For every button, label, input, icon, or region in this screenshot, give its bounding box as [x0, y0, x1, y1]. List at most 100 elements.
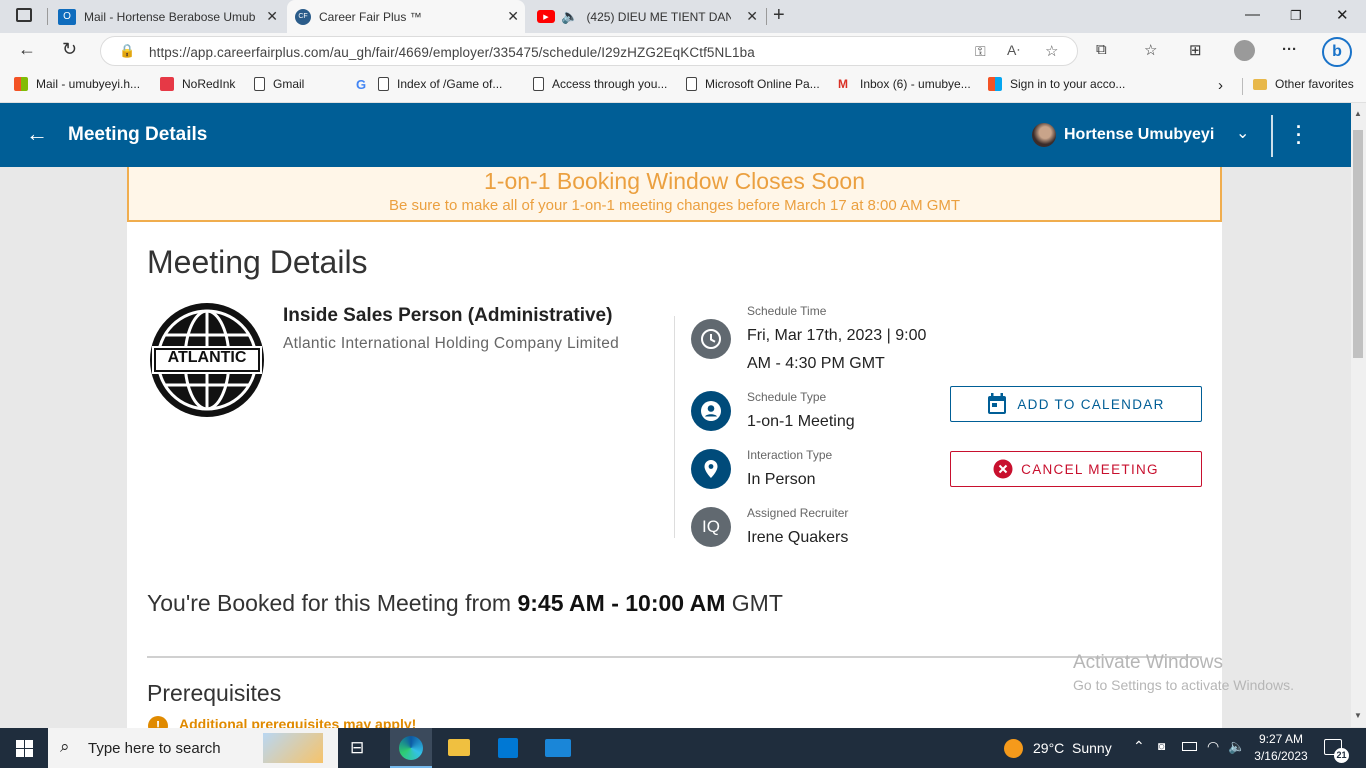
favorite-noredink[interactable]: NoRedInk — [160, 77, 235, 91]
person-icon — [691, 391, 731, 431]
favorite-microsoft-online[interactable]: Microsoft Online Pa... — [686, 77, 820, 91]
section-divider — [147, 656, 1202, 658]
volume-icon[interactable]: 🔈 — [1228, 738, 1245, 755]
page-icon — [686, 77, 697, 91]
favorite-index[interactable]: G Index of /Game of... — [356, 77, 502, 92]
close-tab-icon[interactable]: ✕ — [746, 8, 758, 25]
company-logo: ATLANTIC — [148, 301, 266, 419]
favorites-overflow-icon[interactable]: › — [1218, 77, 1223, 94]
schedule-time-line2: AM - 4:30 PM GMT — [747, 355, 885, 372]
add-to-calendar-button[interactable]: ADD TO CALENDAR — [950, 386, 1202, 422]
user-avatar[interactable] — [1032, 123, 1056, 147]
interaction-type-label: Interaction Type — [747, 448, 833, 462]
location-pin-icon — [691, 449, 731, 489]
page-icon — [254, 77, 265, 91]
favorite-gmail[interactable]: Gmail — [254, 77, 304, 91]
schedule-type: 1-on-1 Meeting — [747, 413, 855, 430]
favorite-mail[interactable]: Mail - umubyeyi.h... — [14, 77, 140, 91]
close-tab-icon[interactable]: ✕ — [266, 8, 278, 25]
scroll-down-icon[interactable]: ▼ — [1354, 711, 1362, 720]
tab-separator — [766, 8, 767, 25]
close-window-icon[interactable]: ✕ — [1336, 6, 1349, 24]
booked-summary: You're Booked for this Meeting from 9:45… — [147, 590, 783, 617]
favorites-icon[interactable]: ☆ — [1144, 41, 1157, 59]
refresh-icon[interactable]: ↻ — [62, 39, 77, 60]
schedule-type-label: Schedule Type — [747, 390, 827, 404]
key-icon[interactable]: ⚿ — [975, 43, 986, 60]
google-icon: G — [356, 77, 367, 92]
add-favorite-icon[interactable]: ☆ — [1045, 42, 1058, 60]
back-arrow-icon[interactable]: ← — [26, 121, 48, 147]
weather-temp[interactable]: 29°C — [1033, 740, 1064, 756]
lock-icon[interactable]: 🔒 — [119, 43, 135, 59]
tab-separator — [47, 8, 48, 25]
file-explorer-icon[interactable] — [448, 739, 470, 756]
cancel-meeting-button[interactable]: CANCEL MEETING — [950, 451, 1202, 487]
header-title: Meeting Details — [68, 124, 208, 145]
user-name[interactable]: Hortense Umubyeyi — [1064, 126, 1214, 144]
browser-tab-bar: O Mail - Hortense Berabose Umub ✕ CF Car… — [0, 0, 1366, 33]
store-icon[interactable] — [498, 738, 518, 758]
bing-icon[interactable]: b — [1322, 37, 1352, 67]
battery-icon[interactable] — [1182, 742, 1197, 751]
logo-text: ATLANTIC — [167, 349, 247, 366]
url-field[interactable]: 🔒 https://app.careerfairplus.com/au_gh/f… — [100, 36, 1078, 66]
booked-prefix: You're Booked for this Meeting from — [147, 590, 518, 616]
recruiter-label: Assigned Recruiter — [747, 506, 849, 520]
tray-chevron-up-icon[interactable]: ⌃ — [1133, 738, 1145, 755]
read-aloud-icon[interactable]: Aᐧ — [1007, 42, 1020, 59]
edge-taskbar-icon[interactable] — [390, 728, 432, 768]
clock[interactable]: 9:27 AM 3/16/2023 — [1253, 732, 1309, 763]
minimize-icon[interactable]: — — [1245, 6, 1260, 23]
collections-icon[interactable]: ⊞ — [1189, 41, 1202, 59]
tab-mail[interactable]: O Mail - Hortense Berabose Umub ✕ — [50, 0, 284, 33]
schedule-time-line1: Fri, Mar 17th, 2023 | 9:00 — [747, 327, 927, 344]
profile-icon[interactable] — [1234, 40, 1255, 61]
details-divider — [674, 316, 675, 538]
close-tab-icon[interactable]: ✕ — [507, 8, 519, 25]
address-bar-row: ← ↻ 🔒 https://app.careerfairplus.com/au_… — [0, 33, 1366, 70]
tab-actions-icon[interactable] — [16, 8, 32, 22]
booking-window-banner: 1-on-1 Booking Window Closes Soon Be sur… — [127, 167, 1222, 222]
careerfair-icon: CF — [295, 8, 311, 25]
favorite-sign-in[interactable]: Sign in to your acco... — [988, 77, 1125, 91]
booked-suffix: GMT — [725, 590, 783, 616]
scroll-thumb[interactable] — [1353, 130, 1363, 358]
extensions-icon[interactable]: ⧉ — [1096, 41, 1107, 58]
speaker-icon[interactable]: 🔈 — [561, 8, 578, 25]
wifi-icon[interactable]: ◠ — [1207, 738, 1219, 755]
job-title: Inside Sales Person (Administrative) — [283, 305, 613, 326]
mail-app-icon[interactable] — [545, 739, 571, 757]
favorite-inbox[interactable]: M Inbox (6) - umubye... — [838, 77, 971, 91]
favorite-access[interactable]: Access through you... — [533, 77, 667, 91]
favorites-bar: Mail - umubyeyi.h... NoRedInk Gmail G Ind… — [0, 70, 1366, 103]
task-view-icon[interactable]: ⊟ — [350, 738, 364, 758]
restore-icon[interactable]: ❐ — [1290, 8, 1302, 24]
windows-taskbar: ⌕ Type here to search ⊟ 29°C Sunny ⌃ ◙ ◠… — [0, 728, 1366, 768]
interaction-type: In Person — [747, 471, 816, 488]
kebab-menu-icon[interactable]: · · · — [1296, 118, 1302, 152]
outlook-icon: O — [58, 8, 76, 25]
weather-text[interactable]: Sunny — [1072, 740, 1112, 756]
taskbar-search[interactable]: ⌕ Type here to search — [48, 728, 338, 768]
tab-career-fair[interactable]: CF Career Fair Plus ™ ✕ — [287, 0, 525, 33]
cancel-icon — [993, 459, 1013, 479]
cancel-meeting-label: CANCEL MEETING — [1021, 461, 1159, 477]
microsoft-icon — [14, 77, 28, 91]
header-divider — [1271, 115, 1273, 157]
windows-start-icon[interactable] — [16, 740, 33, 757]
tab-youtube[interactable]: ▶ 🔈 (425) DIEU ME TIENT DANS ✕ — [529, 0, 764, 33]
meet-now-icon[interactable]: ◙ — [1158, 739, 1165, 753]
page-icon — [533, 77, 544, 91]
recruiter-avatar: IQ — [691, 507, 731, 547]
recruiter-name: Irene Quakers — [747, 529, 849, 546]
back-icon[interactable]: ← — [18, 39, 36, 60]
banner-subtitle: Be sure to make all of your 1-on-1 meeti… — [388, 197, 961, 214]
chevron-down-icon[interactable]: ⌄ — [1236, 123, 1249, 143]
more-icon[interactable]: ··· — [1282, 41, 1297, 58]
scroll-up-icon[interactable]: ▲ — [1354, 109, 1362, 118]
new-tab-icon[interactable]: + — [773, 4, 785, 27]
other-favorites[interactable]: Other favorites — [1253, 77, 1354, 91]
notification-count: 21 — [1334, 748, 1349, 763]
clock-icon — [691, 319, 731, 359]
